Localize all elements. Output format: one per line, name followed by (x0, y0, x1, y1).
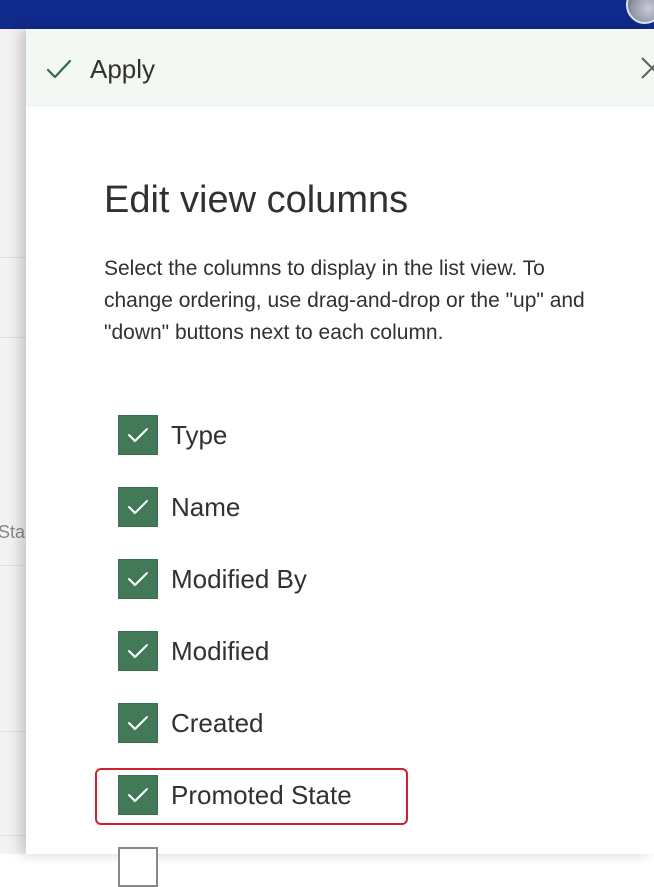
checkbox[interactable] (118, 415, 158, 455)
checkmark-icon (128, 644, 148, 658)
panel-title: Edit view columns (104, 179, 409, 221)
divider (0, 257, 26, 258)
column-item-type[interactable]: Type (118, 415, 227, 455)
close-icon (641, 57, 654, 79)
close-button[interactable] (638, 53, 654, 83)
apply-label: Apply (90, 53, 156, 84)
checkmark-icon (128, 716, 148, 730)
apply-button[interactable]: Apply (44, 51, 155, 87)
column-label: Modified By (171, 563, 307, 594)
background-column-header: Sta (0, 522, 26, 542)
checkbox[interactable] (118, 847, 158, 887)
top-bar (0, 0, 654, 29)
column-item-unchecked[interactable] (118, 847, 171, 887)
checkmark-icon (128, 500, 148, 514)
checkbox[interactable] (118, 631, 158, 671)
column-label: Modified (171, 635, 270, 666)
column-label: Type (171, 419, 228, 450)
command-bar: Apply (26, 29, 654, 107)
panel-description: Select the columns to display in the lis… (104, 257, 585, 344)
column-item-modified[interactable]: Modified (118, 631, 269, 671)
checkbox[interactable] (118, 487, 158, 527)
checkbox[interactable] (118, 559, 158, 599)
divider (0, 565, 26, 566)
column-item-created[interactable]: Created (118, 703, 264, 743)
column-label: Created (171, 707, 264, 738)
background-page (0, 29, 26, 854)
highlight-annotation (95, 768, 408, 825)
divider (0, 731, 26, 732)
column-item-name[interactable]: Name (118, 487, 240, 527)
column-label: Name (171, 491, 241, 522)
column-item-modified-by[interactable]: Modified By (118, 559, 307, 599)
avatar-icon[interactable] (626, 0, 654, 24)
checkmark-icon (128, 572, 148, 586)
checkbox[interactable] (118, 703, 158, 743)
checkmark-icon (46, 59, 72, 79)
divider (0, 337, 26, 338)
divider (0, 835, 26, 836)
checkmark-icon (128, 428, 148, 442)
edit-view-columns-panel: Apply Edit view columns Select the colum… (26, 29, 654, 887)
